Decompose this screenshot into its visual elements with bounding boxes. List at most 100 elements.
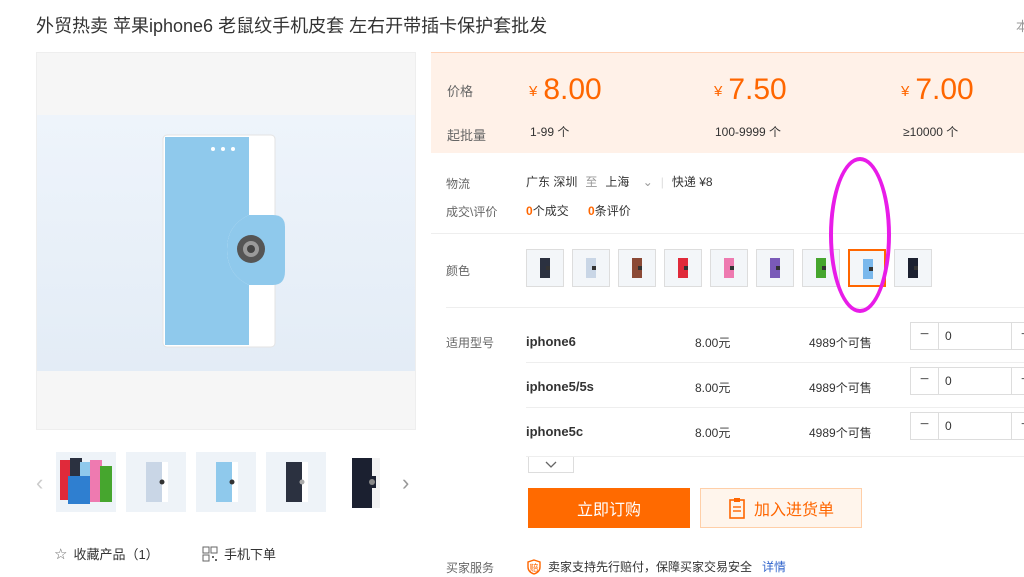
header-cut-text: 本 bbox=[1016, 19, 1024, 34]
reviews-link[interactable]: 0条评价 bbox=[588, 204, 631, 218]
currency-symbol: ¥ bbox=[901, 83, 910, 100]
sku-stock: 4989个可售 bbox=[809, 381, 872, 395]
row-divider bbox=[526, 456, 1024, 457]
sku-price: 8.00元 bbox=[695, 336, 731, 350]
thumbnail-grey[interactable] bbox=[126, 452, 186, 512]
quantity-input[interactable] bbox=[945, 327, 1005, 345]
price-value: 7.50 bbox=[728, 73, 787, 106]
color-label: 颜色 bbox=[446, 264, 471, 278]
increment-button[interactable]: + bbox=[1011, 323, 1024, 349]
case-clasp-icon bbox=[869, 267, 873, 271]
case-clasp-icon bbox=[684, 266, 688, 270]
quantity-input[interactable] bbox=[945, 372, 1005, 390]
add-to-list-label: 加入进货单 bbox=[753, 502, 834, 519]
black-case-icon bbox=[352, 458, 380, 508]
price-tier-3: ¥7.00 bbox=[901, 73, 974, 107]
svg-text:赔: 赔 bbox=[529, 562, 538, 574]
case-clasp-icon bbox=[546, 266, 550, 270]
highlight-ellipse-annotation bbox=[829, 157, 891, 313]
color-swatch[interactable] bbox=[664, 249, 702, 287]
color-swatch[interactable] bbox=[526, 249, 564, 287]
thumbnail-prev-arrow[interactable]: ‹ bbox=[36, 470, 43, 496]
thumbnail-blue[interactable] bbox=[196, 452, 256, 512]
moq-label: 起批量 bbox=[447, 128, 487, 143]
origin-location: 广东 深圳 bbox=[526, 175, 578, 189]
main-product-image[interactable] bbox=[36, 52, 416, 430]
thumbnail-multi-color[interactable] bbox=[56, 452, 116, 512]
sku-stock: 4989个可售 bbox=[809, 426, 872, 440]
sku-row-iphone5c: iphone5c 8.00元 4989个可售 − + bbox=[526, 412, 1024, 464]
destination-text: 上海 bbox=[605, 175, 630, 189]
sku-price: 8.00元 bbox=[695, 381, 731, 395]
case-clasp-icon bbox=[638, 266, 642, 270]
quantity-input[interactable] bbox=[945, 417, 1005, 435]
thumbnail-next-arrow[interactable]: › bbox=[402, 470, 409, 496]
row-divider bbox=[526, 362, 1024, 363]
to-text: 至 bbox=[585, 175, 598, 189]
price-label: 价格 bbox=[447, 84, 474, 99]
logistics-label: 物流 bbox=[446, 177, 471, 191]
decrement-button[interactable]: − bbox=[911, 368, 939, 394]
sku-price: 8.00元 bbox=[695, 426, 731, 440]
favorite-label: 收藏产品（1） bbox=[73, 547, 159, 562]
currency-symbol: ¥ bbox=[529, 83, 538, 100]
sku-stock: 4989个可售 bbox=[809, 336, 872, 350]
clipboard-icon bbox=[729, 498, 745, 519]
color-swatch[interactable] bbox=[710, 249, 748, 287]
grey-case-icon bbox=[146, 462, 168, 502]
currency-symbol: ¥ bbox=[714, 83, 723, 100]
phone-case-illustration bbox=[162, 134, 285, 348]
price-value: 8.00 bbox=[543, 73, 602, 106]
price-value: 7.00 bbox=[915, 73, 974, 106]
buyer-service-label: 买家服务 bbox=[446, 561, 495, 575]
logistics-row: 广东 深圳 至 上海 ⌄ | 快递 ¥8 bbox=[526, 173, 713, 190]
destination-selector[interactable]: 上海 ⌄ bbox=[605, 173, 652, 190]
buy-now-button[interactable]: 立即订购 bbox=[528, 488, 690, 528]
qty-range-1: 1-99 个 bbox=[530, 125, 570, 139]
quantity-stepper: − + bbox=[910, 367, 1024, 395]
expand-models-button[interactable] bbox=[528, 457, 574, 473]
service-text: 卖家支持先行赔付，保障买家交易安全 bbox=[548, 560, 753, 574]
case-clasp-icon bbox=[914, 266, 918, 270]
sku-model: iphone5/5s bbox=[526, 379, 594, 394]
color-swatch[interactable] bbox=[802, 249, 840, 287]
price-panel: 价格 起批量 ¥8.00 ¥7.50 ¥7.00 1-99 个 100-9999… bbox=[431, 52, 1024, 153]
add-to-purchase-list-button[interactable]: 加入进货单 bbox=[700, 488, 862, 528]
buyer-service-row: 赔 卖家支持先行赔付，保障买家交易安全 详情 bbox=[526, 558, 786, 575]
chevron-down-icon: ⌄ bbox=[642, 175, 653, 189]
color-swatch[interactable] bbox=[756, 249, 794, 287]
decrement-button[interactable]: − bbox=[911, 413, 939, 439]
thumbnail-black[interactable] bbox=[336, 452, 396, 512]
price-tier-2: ¥7.50 bbox=[714, 73, 787, 107]
increment-button[interactable]: + bbox=[1011, 368, 1024, 394]
divider: | bbox=[660, 174, 664, 189]
model-label: 适用型号 bbox=[446, 336, 495, 350]
mobile-order-button[interactable]: 手机下单 bbox=[202, 544, 276, 563]
multi-color-cases-icon bbox=[60, 458, 112, 504]
deals-link[interactable]: 0个成交 bbox=[526, 204, 569, 218]
favorite-product-button[interactable]: ☆ 收藏产品（1） bbox=[54, 544, 159, 563]
section-divider bbox=[431, 233, 1024, 234]
decrement-button[interactable]: − bbox=[911, 323, 939, 349]
qty-range-2: 100-9999 个 bbox=[715, 125, 782, 139]
shipping-fee: 快递 ¥8 bbox=[671, 175, 713, 189]
color-swatch[interactable] bbox=[848, 249, 886, 287]
case-clasp-icon bbox=[822, 266, 826, 270]
navy-case-icon bbox=[286, 462, 308, 502]
quantity-stepper: − + bbox=[910, 412, 1024, 440]
transactions-row: 0个成交 0条评价 bbox=[526, 202, 631, 219]
increment-button[interactable]: + bbox=[1011, 413, 1024, 439]
shield-icon: 赔 bbox=[527, 558, 541, 575]
color-swatch[interactable] bbox=[572, 249, 610, 287]
sku-model: iphone5c bbox=[526, 424, 584, 439]
deals-count: 0 bbox=[526, 204, 533, 218]
transactions-label: 成交\评价 bbox=[446, 205, 498, 219]
service-details-link[interactable]: 详情 bbox=[762, 558, 786, 575]
star-icon: ☆ bbox=[54, 545, 68, 563]
color-swatch[interactable] bbox=[894, 249, 932, 287]
deals-text: 个成交 bbox=[532, 204, 569, 218]
blue-case-icon bbox=[216, 462, 238, 502]
thumbnail-navy[interactable] bbox=[266, 452, 326, 512]
row-divider bbox=[526, 407, 1024, 408]
color-swatch[interactable] bbox=[618, 249, 656, 287]
